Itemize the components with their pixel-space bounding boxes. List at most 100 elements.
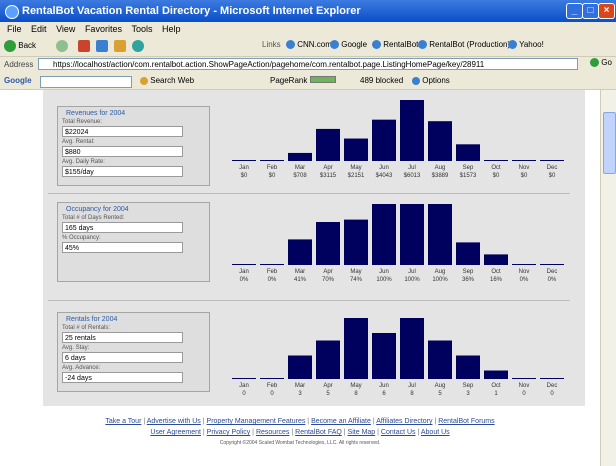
home-button[interactable] [114,40,126,52]
page-content: Revenues for 2004 Total Revenue: $22024 … [0,90,600,466]
month-tick-label: Dec [547,383,558,389]
bar-value-label: 3 [466,391,470,397]
vertical-scrollbar[interactable] [600,90,616,466]
ie-page-icon [508,40,517,50]
menu-view[interactable]: View [56,22,75,36]
month-tick-label: Apr [323,269,332,275]
bar-value-label: 1 [494,391,498,397]
forward-button[interactable] [56,40,68,52]
bar-value-label: 0% [520,277,529,283]
month-tick-label: May [350,165,361,171]
refresh-button[interactable] [96,40,108,52]
footer-link[interactable]: About Us [421,429,450,436]
google-search-input[interactable] [40,76,132,88]
link-rentalbot-production[interactable]: RentalBot (Production) [418,40,511,50]
footer-link[interactable]: Resources [256,429,289,436]
chart-bar [316,222,340,264]
bar-value-label: $0 [269,173,276,179]
month-tick-label: Aug [435,165,446,171]
field-label: Avg. Daily Rate: [62,159,105,165]
menu-edit[interactable]: Edit [31,22,47,36]
chart-bar [400,318,424,378]
home-icon [114,40,126,52]
footer-link[interactable]: Contact Us [381,429,416,436]
google-options-button[interactable]: Options [412,76,450,85]
chart-bar [372,204,396,264]
pagerank-button[interactable]: PageRank [270,76,336,85]
link-google[interactable]: Google [330,40,367,50]
month-tick-label: Oct [491,383,501,389]
address-bar: Address https://localhost/action/com.ren… [0,57,616,73]
search-web-label: Search Web [150,76,195,85]
bar-value-label: 0 [550,391,554,397]
footer-link[interactable]: Take a Tour [105,418,141,425]
revenue-heading: Revenues for 2004 [66,110,126,117]
occupancy-chart-svg: Jan 0% Feb 0% Mar 41% Apr 70% May 74% Jun 100% Jul 10… [232,204,564,283]
bar-value-label: 70% [322,277,335,283]
footer-link[interactable]: Advertise with Us [147,418,201,425]
bar-value-label: $6013 [404,173,421,179]
occupancy-percent-field: 45% [62,242,183,253]
google-logo[interactable]: Google [4,76,32,85]
month-tick-label: Dec [547,165,558,171]
link-yahoo[interactable]: Yahoo! [508,40,544,50]
minimize-button[interactable]: _ [566,3,583,19]
menu-file[interactable]: File [7,22,22,36]
footer-links-row-2: User Agreement | Privacy Policy | Resour… [0,429,600,436]
footer-link[interactable]: RentalBot Forums [438,418,494,425]
media-button[interactable] [132,40,144,52]
menu-help[interactable]: Help [162,22,181,36]
footer-link[interactable]: Become an Affiliate [311,418,371,425]
avg-daily-rate-field: $155/day [62,166,183,177]
bar-value-label: 0 [522,391,526,397]
footer-link[interactable]: Affiliates Directory [376,418,432,425]
address-input[interactable]: https://localhost/action/com.rentalbot.a… [38,58,578,70]
bar-value-label: 5 [326,391,330,397]
scrollbar-thumb[interactable] [603,112,616,174]
link-label: RentalBot (Production) [429,40,511,49]
popup-blocked-count: 489 blocked [360,76,404,85]
month-tick-label: Jan [239,383,249,389]
footer-link[interactable]: Property Management Features [207,418,306,425]
maximize-button[interactable]: □ [582,3,599,19]
ie-page-icon [418,40,427,50]
link-cnn[interactable]: CNN.com [286,40,332,50]
stop-button[interactable] [78,40,90,52]
ie-page-icon [286,40,295,50]
chart-bar [428,340,452,378]
month-tick-label: Aug [435,383,446,389]
bar-value-label: 8 [354,391,358,397]
pagerank-label: PageRank [270,76,308,85]
bar-value-label: 0% [548,277,557,283]
menu-favorites[interactable]: Favorites [85,22,122,36]
search-web-button[interactable]: Search Web [140,76,194,85]
copyright-text: Copyright ©2004 Scaled Wombat Technologi… [219,440,381,446]
month-tick-label: Mar [295,269,305,275]
footer-link[interactable]: Privacy Policy [207,429,251,436]
menu-tools[interactable]: Tools [131,22,152,36]
bar-value-label: 6 [382,391,386,397]
go-button[interactable]: Go [590,58,612,68]
bar-value-label: 5 [438,391,442,397]
footer-link[interactable]: Site Map [348,429,376,436]
rentals-chart: Jan 0 Feb 0 Mar 3 Apr 5 May 8 Jun 6 Jul 8 Aug 5 Sep 3 Oct 1… [228,312,572,400]
chart-bar [456,144,480,160]
bar-value-label: $1573 [460,173,477,179]
close-button[interactable]: × [598,3,615,19]
bar-value-label: 36% [462,277,475,283]
back-arrow-icon [4,40,16,52]
bar-value-label: $0 [521,173,528,179]
footer-link[interactable]: User Agreement [150,429,201,436]
footer-link[interactable]: RentalBot FAQ [295,429,342,436]
bar-value-label: $0 [549,173,556,179]
back-button[interactable]: Back [4,40,36,52]
month-tick-label: Nov [519,165,530,171]
chart-bar [484,370,508,378]
bar-value-label: 74% [350,277,363,283]
link-rentalbot[interactable]: RentalBot [372,40,418,50]
popup-blocker-button[interactable]: 489 blocked [360,76,403,85]
bar-value-label: $708 [293,173,307,179]
chart-bar [344,138,368,160]
footer-links-row-1: Take a Tour | Advertise with Us | Proper… [0,418,600,425]
bar-value-label: 0% [268,277,277,283]
